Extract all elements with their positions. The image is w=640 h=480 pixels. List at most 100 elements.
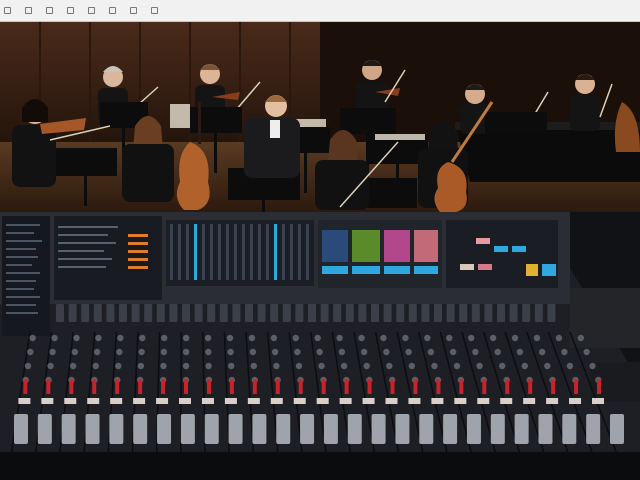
mute-button[interactable] (64, 398, 77, 404)
mute-button[interactable] (477, 398, 490, 404)
fader[interactable] (466, 414, 481, 444)
gain-knob[interactable] (160, 348, 168, 356)
channel-button[interactable] (497, 304, 505, 322)
mute-button[interactable] (201, 398, 214, 404)
fader[interactable] (347, 414, 362, 444)
channel-button[interactable] (434, 304, 442, 322)
pan-knob[interactable] (528, 380, 533, 394)
gain-knob[interactable] (138, 348, 145, 356)
gain-knob[interactable] (227, 348, 234, 356)
fader[interactable] (371, 414, 386, 444)
gain-knob[interactable] (472, 348, 479, 356)
pan-knob[interactable] (161, 380, 166, 394)
gain-knob[interactable] (583, 348, 590, 356)
gain-knob[interactable] (336, 334, 343, 342)
fader[interactable] (395, 414, 410, 444)
gain-knob[interactable] (249, 348, 257, 356)
channel-button[interactable] (408, 304, 417, 322)
gain-knob[interactable] (555, 334, 563, 342)
channel-button[interactable] (232, 304, 241, 322)
gain-knob[interactable] (408, 362, 416, 370)
pan-knob[interactable] (138, 380, 143, 394)
gain-knob[interactable] (92, 362, 99, 370)
channel-button[interactable] (534, 304, 543, 322)
fader[interactable] (85, 414, 100, 444)
fader[interactable] (419, 414, 434, 444)
channel-button[interactable] (358, 304, 367, 322)
pan-knob[interactable] (459, 380, 464, 394)
channel-button[interactable] (144, 304, 153, 322)
gain-knob[interactable] (427, 348, 435, 356)
pan-knob[interactable] (69, 380, 74, 394)
fader[interactable] (252, 414, 267, 444)
channel-button[interactable] (383, 304, 392, 322)
fader[interactable] (204, 414, 219, 444)
channel-button[interactable] (484, 304, 493, 322)
gain-knob[interactable] (538, 348, 546, 356)
window-icon[interactable] (109, 7, 116, 14)
channel-button[interactable] (131, 304, 140, 322)
gain-knob[interactable] (250, 362, 257, 370)
pan-knob[interactable] (298, 380, 303, 394)
gain-knob[interactable] (494, 348, 501, 356)
gain-knob[interactable] (314, 334, 321, 342)
pan-knob[interactable] (252, 380, 257, 394)
mute-button[interactable] (339, 398, 352, 404)
channel-button[interactable] (345, 304, 354, 322)
gain-knob[interactable] (49, 348, 56, 356)
gain-knob[interactable] (273, 362, 280, 370)
gain-knob[interactable] (270, 334, 278, 342)
fader[interactable] (276, 414, 291, 444)
fader[interactable] (443, 414, 458, 444)
fader[interactable] (109, 414, 124, 444)
channel-button[interactable] (459, 304, 468, 322)
gain-knob[interactable] (489, 334, 497, 342)
pan-knob[interactable] (46, 380, 51, 394)
mute-button[interactable] (454, 398, 467, 404)
fader[interactable] (610, 414, 624, 444)
fader[interactable] (323, 414, 338, 444)
channel-button[interactable] (396, 304, 405, 322)
mute-button[interactable] (385, 398, 398, 404)
pan-knob[interactable] (344, 380, 349, 394)
gain-knob[interactable] (561, 348, 568, 356)
gain-knob[interactable] (589, 362, 596, 370)
channel-button[interactable] (270, 304, 279, 322)
gain-knob[interactable] (69, 362, 77, 370)
mute-button[interactable] (569, 398, 582, 404)
gain-knob[interactable] (226, 334, 234, 342)
pan-knob[interactable] (275, 380, 280, 394)
gain-knob[interactable] (182, 334, 190, 342)
tools-icon[interactable] (88, 7, 95, 14)
pan-knob[interactable] (184, 380, 189, 394)
channel-button[interactable] (194, 304, 203, 322)
channel-button[interactable] (371, 304, 379, 322)
gain-knob[interactable] (137, 362, 145, 370)
help-icon[interactable] (130, 7, 137, 14)
mute-button[interactable] (224, 398, 237, 404)
gain-knob[interactable] (182, 348, 190, 356)
mute-button[interactable] (156, 398, 169, 404)
fader[interactable] (228, 414, 243, 444)
pan-knob[interactable] (482, 380, 487, 394)
mute-button[interactable] (133, 398, 146, 404)
fader[interactable] (180, 414, 195, 444)
mute-button[interactable] (179, 398, 192, 404)
gain-knob[interactable] (386, 362, 393, 370)
gain-knob[interactable] (205, 362, 212, 370)
mute-button[interactable] (41, 398, 54, 404)
gain-knob[interactable] (295, 362, 303, 370)
mute-button[interactable] (592, 398, 604, 404)
gain-knob[interactable] (431, 362, 438, 370)
gain-knob[interactable] (292, 334, 299, 342)
gain-knob[interactable] (498, 362, 506, 370)
edit-icon[interactable] (46, 7, 53, 14)
gain-knob[interactable] (182, 362, 190, 370)
gain-knob[interactable] (228, 362, 235, 370)
gain-knob[interactable] (453, 362, 461, 370)
fader[interactable] (61, 414, 76, 444)
channel-button[interactable] (282, 304, 291, 322)
fader[interactable] (514, 414, 529, 444)
gain-knob[interactable] (204, 334, 212, 342)
fader[interactable] (300, 414, 315, 444)
